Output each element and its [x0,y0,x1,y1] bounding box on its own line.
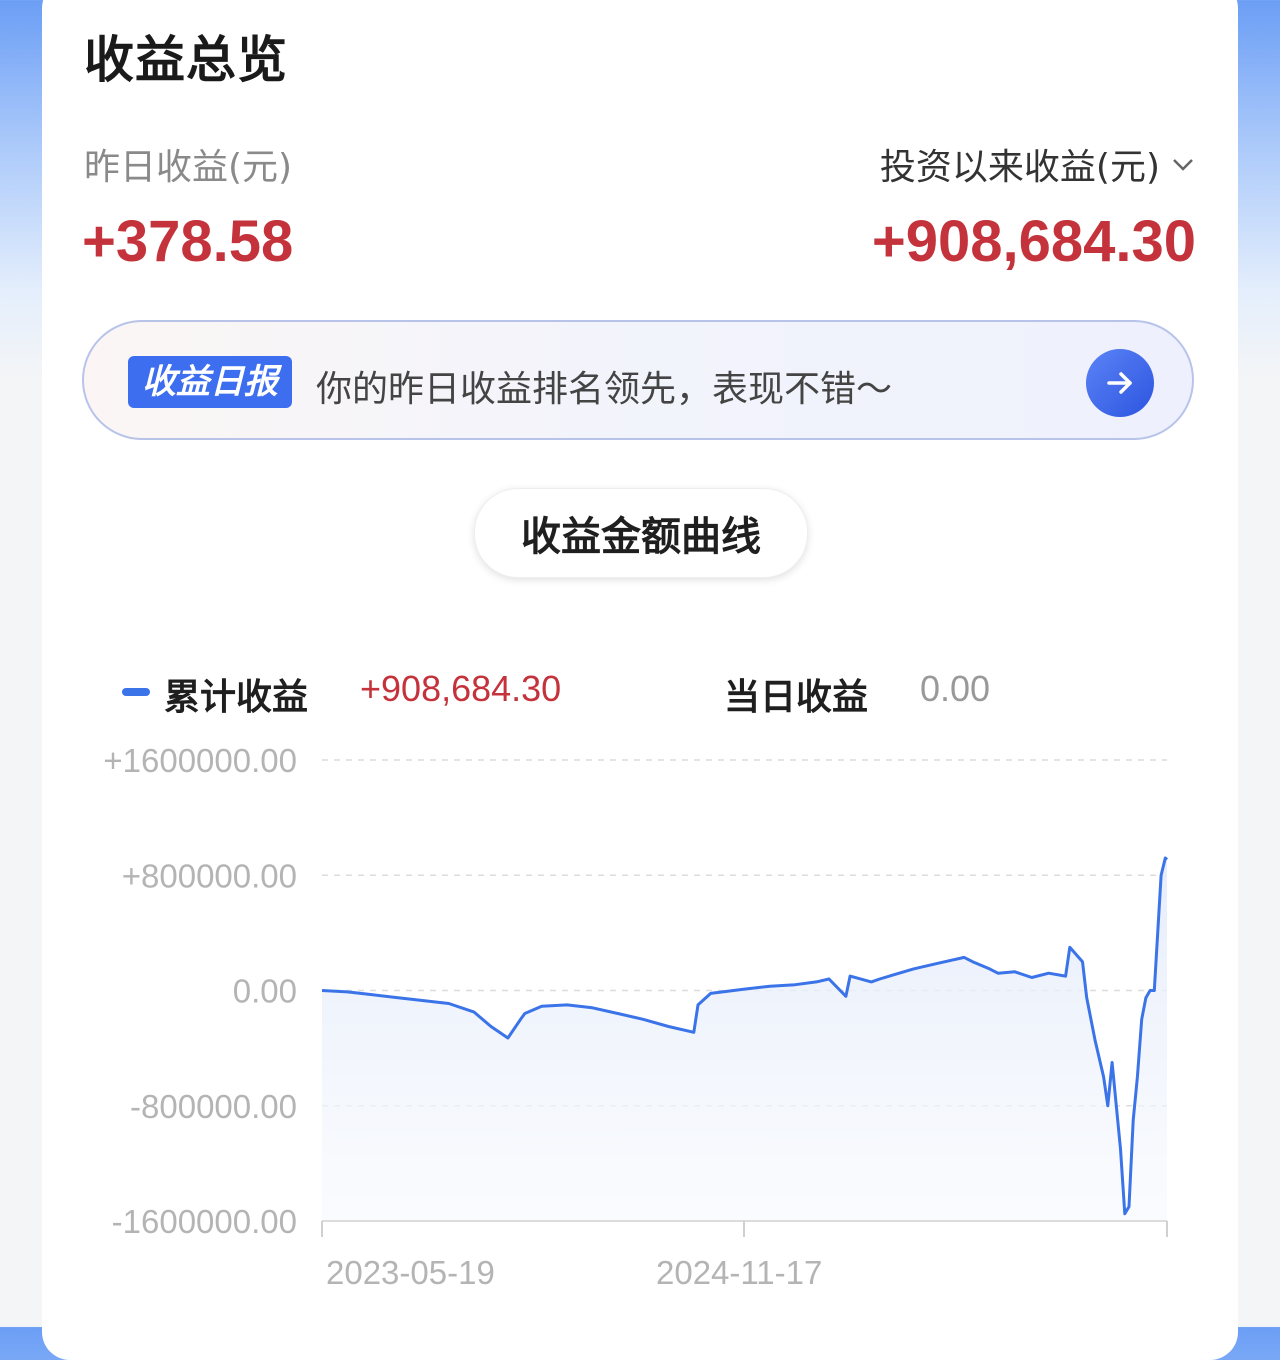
series-area [322,858,1167,1221]
x-tick-label: 2023-05-19 [326,1254,495,1291]
y-tick-label: -800000.00 [130,1088,297,1125]
y-tick-label: 0.00 [233,973,297,1010]
x-tick-label: 2024-11-17 [656,1254,822,1291]
y-tick-label: +1600000.00 [103,742,297,779]
y-tick-label: +800000.00 [122,857,297,894]
y-tick-label: -1600000.00 [112,1203,297,1240]
profit-line-chart[interactable]: +1600000.00 +800000.00 0.00 -800000.00 -1600… [0,0,1280,1327]
